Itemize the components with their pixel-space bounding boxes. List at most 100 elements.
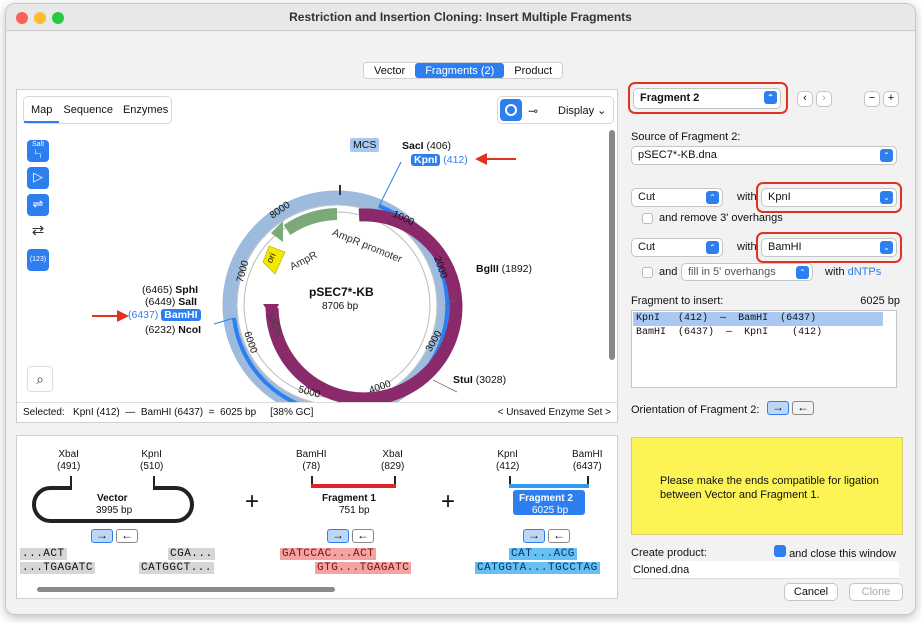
insert-row[interactable]: BamHI (6437) — KpnI (412)	[633, 326, 883, 340]
frag1-forward-button[interactable]: →	[327, 529, 349, 543]
plus-sign: +	[245, 488, 260, 515]
site-bamhi[interactable]: (6437) BamHI	[128, 309, 201, 321]
site-saci[interactable]: SacI (406)	[402, 140, 451, 152]
vector-right-enzyme: KpnI (510)	[140, 449, 164, 472]
site-stui[interactable]: StuI (3028)	[453, 374, 506, 386]
vector-seq-left-bottom: ...TGAGATC	[20, 562, 96, 574]
enzyme-set-label[interactable]: < Unsaved Enzyme Set >	[498, 407, 611, 418]
previous-fragment-button[interactable]: ‹	[797, 91, 813, 107]
frag2-left-enzyme: KpnI (412)	[496, 449, 520, 472]
frag1-name: Fragment 1	[322, 493, 376, 504]
bamhi-arrow-icon	[92, 315, 120, 317]
site-kpni[interactable]: KpnI (412)	[411, 154, 468, 166]
horizontal-scrollbar[interactable]	[37, 587, 335, 592]
bamhi-arrow-head	[117, 310, 129, 322]
dialog-body: Vector Fragments (2) Product Map Sequenc…	[6, 32, 915, 614]
cut2-enzyme-highlight	[756, 232, 902, 263]
frag2-seq-bottom: CATGGTA...TGCCTAG	[475, 562, 600, 574]
fragment-settings: Fragment 2 ⌃ ‹ › − + Source of Fragment 2…	[628, 77, 908, 614]
cut1-with-label: with	[737, 191, 757, 203]
frag1-reverse-button[interactable]: ←	[352, 529, 374, 543]
ligation-preview: XbaI (491) KpnI (510) Vector 3995 bp → ← ..…	[16, 435, 618, 599]
next-fragment-button[interactable]: ›	[816, 91, 832, 107]
site-sali[interactable]: (6449) SalI	[145, 296, 197, 308]
close-window-option: and close this window	[774, 545, 896, 560]
remove-3-overhangs-checkbox[interactable]	[642, 213, 653, 224]
mcs-feature-label[interactable]: MCS	[350, 138, 380, 152]
frag1-size: 751 bp	[339, 505, 370, 516]
main-tabs: Vector Fragments (2) Product	[363, 62, 564, 79]
with-dntps-label: with dNTPs	[825, 266, 882, 278]
remove-3-overhangs-label: and remove 3' overhangs	[659, 212, 783, 224]
cancel-button[interactable]: Cancel	[784, 583, 838, 601]
vector-name: Vector	[97, 493, 128, 504]
frag2-right-enzyme: BamHI (6437)	[572, 449, 603, 472]
insert-list: KpnI (412) — BamHI (6437) BamHI (6437) —…	[631, 310, 897, 388]
frag1-seq-bottom: GTG...TGAGATC	[315, 562, 412, 574]
fragment-select-highlight	[628, 82, 788, 114]
remove-fragment-button[interactable]: −	[864, 91, 880, 107]
plasmid-name: pSEC7*-KB	[309, 285, 374, 299]
frag1-seq-top: GATCCAC...ACT	[280, 548, 377, 560]
orientation-label: Orientation of Fragment 2:	[631, 404, 760, 416]
add-fragment-button[interactable]: +	[883, 91, 899, 107]
frag1-bar[interactable]	[311, 484, 396, 488]
vector-size: 3995 bp	[96, 505, 133, 516]
vector-seq-right-top: CGA...	[168, 548, 215, 560]
create-product-label: Create product:	[631, 547, 707, 559]
dntps-link[interactable]: dNTPs	[848, 266, 882, 278]
product-name-field[interactable]: Cloned.dna	[631, 561, 899, 579]
site-bglii[interactable]: BglII (1892)	[476, 263, 532, 275]
reverse-orientation-button[interactable]: ←	[792, 401, 814, 415]
window-title: Restriction and Insertion Cloning: Inser…	[289, 10, 632, 24]
vector-seq-left-top: ...ACT	[20, 548, 67, 560]
fill-in-select[interactable]: fill in 5' overhangs ⌃	[681, 263, 813, 281]
cut1-action-select[interactable]: Cut ⌃	[631, 188, 723, 207]
site-ncoi[interactable]: (6232) NcoI	[145, 324, 201, 336]
and-label: and	[659, 266, 678, 278]
source-label: Source of Fragment 2:	[631, 131, 741, 143]
orientation-controls: → ←	[767, 401, 817, 415]
vector-gap	[72, 482, 153, 490]
map-panel: Map Sequence Enzymes ⊸ Display ⌄ SalI └┐ …	[16, 89, 618, 423]
tab-product[interactable]: Product	[504, 63, 562, 78]
frag1-left-enzyme: BamHI (78)	[296, 449, 327, 472]
fill-in-checkbox[interactable]	[642, 267, 653, 278]
source-select[interactable]: pSEC7*-KB.dna ⌃	[631, 146, 897, 165]
tab-fragments[interactable]: Fragments (2)	[415, 63, 505, 78]
frag2-reverse-button[interactable]: ←	[548, 529, 570, 543]
cut2-action-select[interactable]: Cut ⌃	[631, 238, 723, 257]
kpni-arrow-head	[475, 153, 487, 165]
tab-vector[interactable]: Vector	[364, 63, 415, 78]
vector-orientation: → ←	[91, 529, 141, 543]
cut2-with-label: with	[737, 241, 757, 253]
fragment-to-insert-label: Fragment to insert:	[631, 295, 724, 307]
frag2-seq-top: CAT...ACG	[509, 548, 577, 560]
forward-orientation-button[interactable]: →	[767, 401, 789, 415]
selection-status: Selected: KpnI (412) — BamHI (6437) = 60…	[17, 402, 617, 422]
insert-row[interactable]: KpnI (412) — BamHI (6437)	[633, 312, 883, 326]
frag1-orientation: → ←	[327, 529, 377, 543]
frag2-bar[interactable]	[509, 484, 589, 488]
frag2-forward-button[interactable]: →	[523, 529, 545, 543]
dialog-window: Restriction and Insertion Cloning: Inser…	[5, 3, 916, 615]
vector-forward-button[interactable]: →	[91, 529, 113, 543]
frag2-name: Fragment 2	[519, 493, 573, 504]
plus-sign: +	[441, 488, 456, 515]
plasmid-length: 8706 bp	[322, 301, 359, 312]
close-window-checkbox[interactable]	[774, 545, 786, 557]
plasmid-map	[213, 161, 463, 402]
compatibility-message: Please make the ends compatible for liga…	[631, 437, 903, 535]
frag2-orientation: → ←	[523, 529, 573, 543]
title-bar: Restriction and Insertion Cloning: Inser…	[6, 4, 915, 31]
vector-reverse-button[interactable]: ←	[116, 529, 138, 543]
frag2-size: 6025 bp	[532, 505, 569, 516]
vector-left-enzyme: XbaI (491)	[57, 449, 81, 472]
clone-button[interactable]: Clone	[849, 583, 903, 601]
fragment-to-insert-size: 6025 bp	[860, 295, 900, 307]
cut1-enzyme-highlight	[756, 182, 902, 213]
frag1-right-enzyme: XbaI (829)	[381, 449, 405, 472]
selection-text: Selected: KpnI (412) — BamHI (6437) = 60…	[23, 407, 314, 418]
vector-seq-right-bottom: CATGGCT...	[139, 562, 215, 574]
site-sphi[interactable]: (6465) SphI	[142, 284, 198, 296]
